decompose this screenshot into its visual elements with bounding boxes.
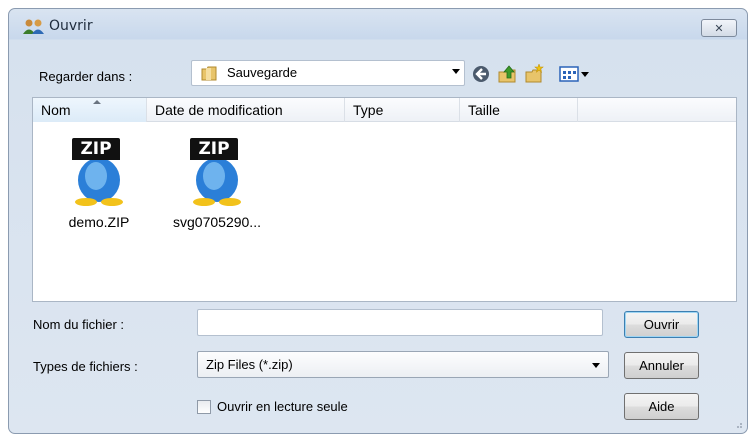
title-bar[interactable]: Ouvrir ✕: [9, 9, 747, 43]
view-menu-icon[interactable]: [559, 64, 591, 84]
column-date-label: Date de modification: [155, 102, 283, 118]
column-name[interactable]: Nom: [33, 98, 147, 122]
filename-label: Nom du fichier :: [33, 317, 125, 332]
column-date[interactable]: Date de modification: [147, 98, 345, 122]
new-folder-icon[interactable]: [524, 64, 544, 84]
help-button[interactable]: Aide: [624, 393, 699, 420]
up-folder-icon[interactable]: [497, 64, 517, 84]
readonly-checkbox[interactable]: [197, 399, 211, 414]
close-icon: ✕: [714, 21, 724, 35]
folder-icon: [201, 66, 217, 81]
readonly-label: Ouvrir en lecture seule: [217, 399, 348, 414]
chevron-down-icon[interactable]: [592, 363, 600, 368]
window-title: Ouvrir: [49, 18, 93, 34]
users-icon: [23, 19, 44, 34]
zip-badge: ZIP: [72, 138, 120, 160]
open-dialog: Ouvrir ✕ Regarder dans : Sauvegarde Nom …: [8, 8, 748, 434]
column-name-label: Nom: [41, 102, 71, 118]
column-header: Nom Date de modification Type Taille: [33, 98, 736, 122]
cancel-button[interactable]: Annuler: [624, 352, 699, 379]
zip-file-icon: ZIP: [70, 138, 128, 206]
column-type[interactable]: Type: [345, 98, 460, 122]
zip-badge: ZIP: [190, 138, 238, 160]
zip-file-icon: ZIP: [188, 138, 246, 206]
column-size-label: Taille: [468, 102, 500, 118]
file-name: demo.ZIP: [68, 214, 130, 230]
chevron-down-icon[interactable]: [452, 69, 460, 74]
back-icon[interactable]: [471, 64, 491, 84]
resize-grip-icon[interactable]: [733, 419, 743, 429]
look-in-label: Regarder dans :: [39, 69, 133, 84]
readonly-option[interactable]: Ouvrir en lecture seule: [197, 399, 348, 414]
file-types-label: Types de fichiers :: [33, 359, 138, 374]
file-types-value: Zip Files (*.zip): [206, 357, 293, 372]
column-type-label: Type: [353, 102, 384, 118]
file-types-dropdown[interactable]: Zip Files (*.zip): [197, 351, 609, 378]
sort-ascending-icon: [93, 100, 101, 104]
file-item[interactable]: ZIP demo.ZIP: [49, 138, 149, 230]
filename-field[interactable]: [197, 309, 603, 336]
close-button[interactable]: ✕: [701, 19, 737, 37]
open-button[interactable]: Ouvrir: [624, 311, 699, 338]
file-list[interactable]: Nom Date de modification Type Taille ZIP…: [32, 97, 737, 302]
look-in-value: Sauvegarde: [227, 65, 298, 80]
file-name: svg0705290...: [173, 214, 261, 230]
file-item[interactable]: ZIP svg0705290...: [167, 138, 267, 230]
look-in-dropdown[interactable]: Sauvegarde: [191, 60, 465, 86]
column-size[interactable]: Taille: [460, 98, 578, 122]
